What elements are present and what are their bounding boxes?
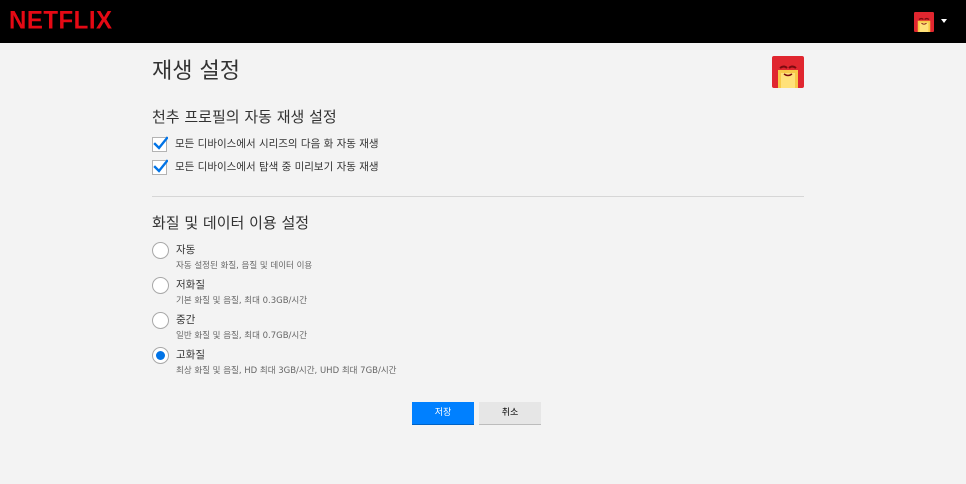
section-divider	[152, 196, 804, 197]
autoplay-next-episode-option[interactable]: 모든 디바이스에서 시리즈의 다음 화 자동 재생	[152, 135, 379, 153]
quality-high-radio[interactable]	[152, 347, 169, 364]
autoplay-section-title: 천추 프로필의 자동 재생 설정	[152, 108, 337, 126]
quality-option-label: 중간	[176, 314, 196, 326]
quality-medium-radio[interactable]	[152, 312, 169, 329]
page-title: 재생 설정	[152, 59, 240, 84]
quality-option-description: 일반 화질 및 음질, 최대 0.7GB/시간	[176, 331, 308, 341]
quality-option-description: 기본 화질 및 음질, 최대 0.3GB/시간	[176, 296, 308, 306]
checkmark-icon	[153, 158, 168, 173]
top-navigation-bar: NETFLIX	[0, 0, 966, 43]
quality-option-description: 자동 설정된 화질, 음질 및 데이터 이용	[176, 261, 313, 271]
quality-low-radio[interactable]	[152, 277, 169, 294]
autoplay-previews-checkbox[interactable]	[152, 158, 168, 175]
autoplay-previews-option[interactable]: 모든 디바이스에서 탐색 중 미리보기 자동 재생	[152, 158, 379, 176]
autoplay-next-episode-checkbox[interactable]	[152, 135, 168, 152]
profile-avatar	[772, 56, 804, 88]
autoplay-previews-label: 모든 디바이스에서 탐색 중 미리보기 자동 재생	[175, 161, 379, 173]
quality-option-label: 저화질	[176, 279, 205, 291]
quality-section-title: 화질 및 데이터 이용 설정	[152, 214, 310, 232]
quality-option-label: 고화질	[176, 349, 205, 361]
autoplay-next-episode-label: 모든 디바이스에서 시리즈의 다음 화 자동 재생	[175, 138, 379, 150]
netflix-logo[interactable]: NETFLIX	[9, 8, 113, 33]
quality-option-label: 자동	[176, 244, 196, 256]
quality-option-description: 최상 화질 및 음질, HD 최대 3GB/시간, UHD 최대 7GB/시간	[176, 366, 397, 376]
checkmark-icon	[153, 135, 168, 150]
cancel-button[interactable]: 취소	[479, 402, 541, 425]
profile-avatar-icon[interactable]	[914, 12, 934, 32]
quality-auto-radio[interactable]	[152, 242, 169, 259]
save-button[interactable]: 저장	[412, 402, 474, 425]
caret-down-icon[interactable]	[941, 19, 947, 23]
